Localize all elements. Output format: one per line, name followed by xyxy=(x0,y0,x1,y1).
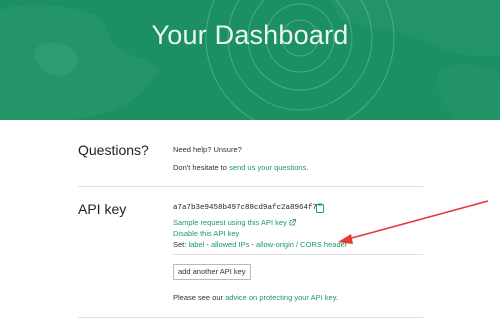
questions-heading: Questions? xyxy=(78,142,149,158)
dashboard-header: Your Dashboard xyxy=(0,0,500,120)
disable-key-link[interactable]: Disable this API key xyxy=(173,229,239,238)
advice-prefix: Please see our xyxy=(173,293,226,302)
api-key-divider xyxy=(173,254,423,255)
advice-suffix: . xyxy=(335,293,338,302)
contact-suffix: . xyxy=(306,163,309,172)
set-options-row: Set: label - allowed IPs - allow-origin … xyxy=(173,240,347,249)
sample-request-link[interactable]: Sample request using this API key xyxy=(173,218,287,227)
add-api-key-button[interactable]: add another API key xyxy=(173,264,251,280)
map-background-graphic xyxy=(0,0,500,120)
questions-contact-line: Don't hesitate to send us your questions… xyxy=(173,163,308,172)
external-link-icon xyxy=(289,219,296,226)
section-divider xyxy=(78,186,423,187)
set-prefix: Set: xyxy=(173,240,189,249)
page-title: Your Dashboard xyxy=(151,20,349,50)
bottom-divider xyxy=(78,317,423,318)
advice-line: Please see our advice on protecting your… xyxy=(173,293,338,302)
set-cors-link[interactable]: allow-origin / CORS header xyxy=(256,240,347,249)
api-key-heading: API key xyxy=(78,201,127,217)
contact-prefix: Don't hesitate to xyxy=(173,163,230,172)
send-questions-link[interactable]: send us your questions xyxy=(229,163,306,172)
sample-request-row[interactable]: Sample request using this API key xyxy=(173,218,296,227)
api-key-value: a7a7b3e9458b497c88cd9afc2a8964f7 xyxy=(173,204,318,212)
set-allowed-ips-link[interactable]: allowed IPs xyxy=(211,240,249,249)
set-label-link[interactable]: label xyxy=(188,240,204,249)
set-separator: - xyxy=(204,240,211,249)
clipboard-icon[interactable] xyxy=(316,203,324,213)
help-text: Need help? Unsure? xyxy=(173,145,242,154)
advice-protect-key-link[interactable]: advice on protecting your API key xyxy=(225,293,336,302)
set-separator: - xyxy=(249,240,256,249)
